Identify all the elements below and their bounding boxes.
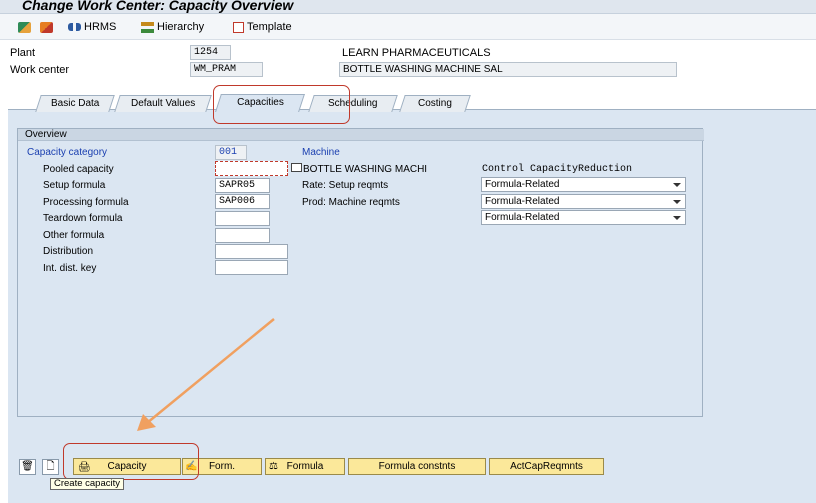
formula-constants-button-label: Formula constnts xyxy=(378,461,456,472)
form-button-label: Form. xyxy=(208,461,236,472)
formula-button-label: Formula xyxy=(286,461,324,472)
trash-icon: 🗑 xyxy=(21,461,34,472)
document-icon: 🗋 xyxy=(46,461,55,472)
annotation-arrow-line xyxy=(146,318,275,424)
annotation-arrow xyxy=(137,318,275,431)
delete-button[interactable]: 🗑 xyxy=(19,459,36,475)
tooltip: Create capacity xyxy=(50,478,125,490)
actcapreqmnts-button-label: ActCapReqmnts xyxy=(510,461,583,472)
annotation-highlight-button xyxy=(63,443,199,480)
formula-icon: ⚖ xyxy=(269,461,278,472)
new-entry-button[interactable]: 🗋 xyxy=(42,459,59,475)
formula-button[interactable]: ⚖ Formula xyxy=(265,458,345,475)
formula-constants-button[interactable]: Formula constnts xyxy=(348,458,486,475)
actcapreqmnts-button[interactable]: ActCapReqmnts xyxy=(489,458,604,475)
tab-capacities[interactable]: Capacities xyxy=(215,94,305,112)
